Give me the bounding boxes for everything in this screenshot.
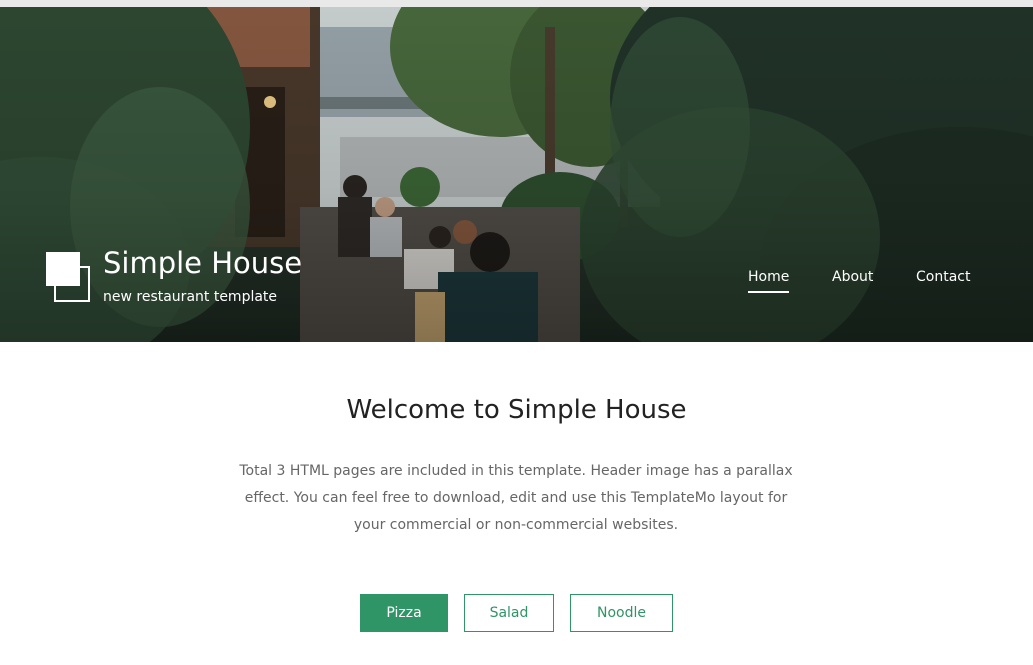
menu-tabs: Pizza Salad Noodle bbox=[0, 594, 1033, 632]
welcome-description: Total 3 HTML pages are included in this … bbox=[239, 463, 793, 533]
nav-link-contact[interactable]: Contact bbox=[916, 269, 970, 291]
nav-link-about[interactable]: About bbox=[832, 269, 873, 291]
browser-top-strip bbox=[0, 0, 1033, 7]
tab-pizza[interactable]: Pizza bbox=[360, 594, 448, 632]
nav-link-home[interactable]: Home bbox=[748, 269, 790, 293]
page: Simple House new restaurant template Hom… bbox=[0, 0, 1033, 665]
main-nav: Home About Contact bbox=[0, 269, 1033, 299]
welcome-heading: Welcome to Simple House bbox=[346, 395, 687, 425]
hero-header: Simple House new restaurant template Hom… bbox=[0, 7, 1033, 342]
tab-noodle[interactable]: Noodle bbox=[570, 594, 673, 632]
tab-salad[interactable]: Salad bbox=[464, 594, 554, 632]
